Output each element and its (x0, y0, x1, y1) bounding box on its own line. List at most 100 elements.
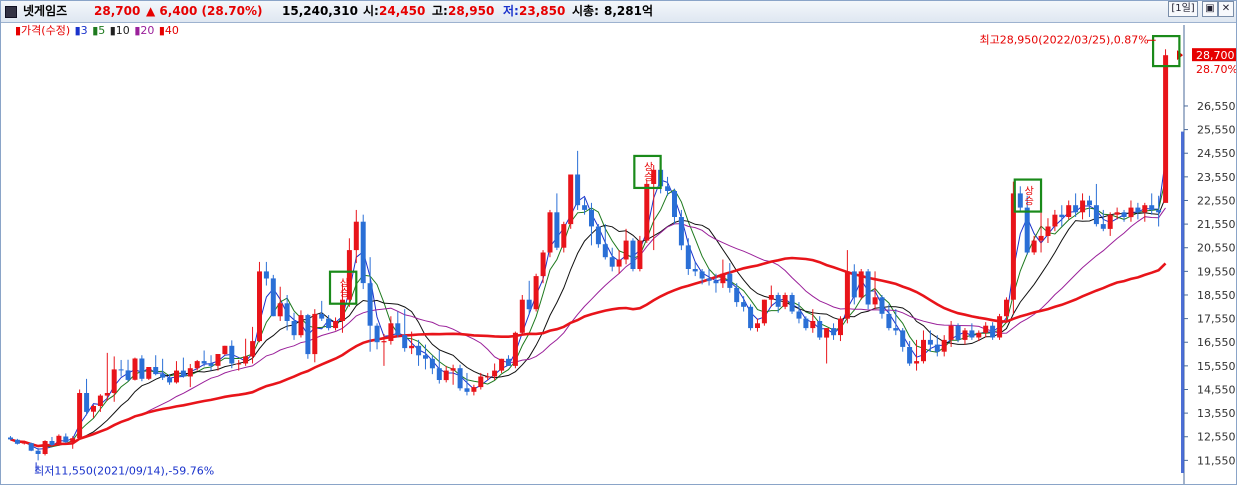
candle-body (49, 441, 55, 445)
candle-body (761, 299, 767, 324)
candle-body (699, 271, 705, 279)
axis-tick-label: 19,550 (1197, 265, 1236, 278)
ma-line-40 (10, 256, 1167, 448)
candle-body (208, 363, 214, 366)
axis-tick-label: 24,550 (1197, 147, 1236, 160)
candle-body (409, 345, 415, 349)
ma-line-10 (10, 197, 1166, 447)
candle-body (381, 341, 387, 343)
moving-averages (10, 159, 1167, 450)
candle-body (416, 345, 422, 356)
candle-body (56, 435, 62, 445)
candle-body (582, 205, 588, 210)
candle-body (907, 347, 913, 364)
candle-body (547, 212, 553, 253)
candlestick-chart[interactable]: 11,550 12,550 13,550 14,550 15,550 16,550 17,5… (1, 1, 1236, 484)
candle-body (775, 295, 781, 307)
candle-body (706, 278, 712, 281)
candle-body (997, 316, 1003, 338)
candle-body (146, 367, 152, 379)
candle-body (851, 271, 857, 298)
candle-body (602, 244, 608, 258)
candle-body (42, 441, 48, 454)
candle-body (160, 374, 166, 378)
candle-body (291, 321, 297, 336)
candle-body (229, 345, 235, 364)
axis-tick-label: 21,550 (1197, 218, 1236, 231)
candle-body (236, 363, 242, 365)
axis-tick-label: 11,550 (1197, 454, 1236, 467)
candle-body (616, 259, 622, 267)
candle-body (741, 302, 747, 307)
candle-body (969, 330, 975, 338)
candle-body (21, 442, 27, 444)
candle-body (201, 361, 207, 364)
candle-body (914, 361, 920, 364)
candle-body (927, 339, 933, 345)
candle-body (139, 358, 145, 379)
candle-body (941, 339, 947, 352)
candle-body (512, 332, 518, 366)
candle-body (8, 437, 13, 440)
candle-body (796, 311, 802, 319)
candle-body (28, 443, 34, 451)
candle-body (1004, 299, 1009, 317)
candle-body (250, 341, 256, 357)
candle-body (326, 318, 332, 329)
candle-body (194, 361, 200, 369)
axis-tick-label: 22,550 (1197, 194, 1236, 207)
price-axis: 11,550 12,550 13,550 14,550 15,550 16,550 17,5… (1177, 25, 1236, 484)
candle-body (685, 245, 691, 269)
candle-body (838, 318, 843, 336)
candle-body (727, 273, 733, 288)
candle-body (921, 339, 926, 362)
candle-body (1121, 212, 1127, 217)
candle-body (457, 368, 463, 389)
candle-body (575, 174, 581, 206)
candle-body (298, 315, 304, 336)
candle-body (561, 224, 567, 248)
candle-body (478, 376, 484, 388)
candle-body (844, 271, 850, 319)
candle-body (893, 328, 899, 331)
candle-body (1031, 240, 1037, 253)
candle-body (879, 297, 885, 314)
candle-body (609, 257, 615, 267)
candle-body (485, 376, 491, 378)
candle-body (243, 356, 249, 364)
candle-body (886, 313, 892, 329)
candle-body (395, 323, 401, 336)
candle-body (1100, 224, 1106, 229)
candle-body (755, 323, 760, 328)
candle-body (153, 367, 159, 375)
candle-body (692, 269, 698, 272)
axis-tick-label: 12,550 (1197, 431, 1236, 444)
candle-body (97, 395, 103, 406)
candle-body (1080, 200, 1086, 213)
candle-body (803, 318, 809, 329)
axis-tick-label: 17,550 (1197, 313, 1236, 326)
candle-body (678, 217, 684, 246)
candle-body (91, 406, 96, 412)
candle-body (436, 368, 442, 380)
candle-body (748, 306, 754, 329)
axis-tick-label: 16,550 (1197, 336, 1236, 349)
candle-body (111, 369, 117, 393)
candle-body (132, 358, 138, 380)
candle-body (872, 297, 878, 305)
candle-body (1038, 235, 1044, 241)
signal-label: 상승 (1022, 185, 1034, 205)
candle-body (637, 240, 643, 269)
candle-body (35, 450, 41, 454)
candle-body (443, 370, 449, 381)
candle-body (962, 330, 968, 340)
candle-body (990, 325, 996, 338)
chart-window: 넷게임즈 28,700 ▲ 6,400 (28.70%) 15,240,310 … (0, 0, 1237, 485)
candle-body (900, 330, 906, 347)
axis-tick-label: 14,550 (1197, 383, 1236, 396)
candle-body (589, 209, 594, 227)
candle-body (713, 280, 719, 284)
candle-body (1163, 55, 1169, 203)
signal-label: 상승 (337, 278, 349, 298)
candle-body (810, 321, 816, 329)
